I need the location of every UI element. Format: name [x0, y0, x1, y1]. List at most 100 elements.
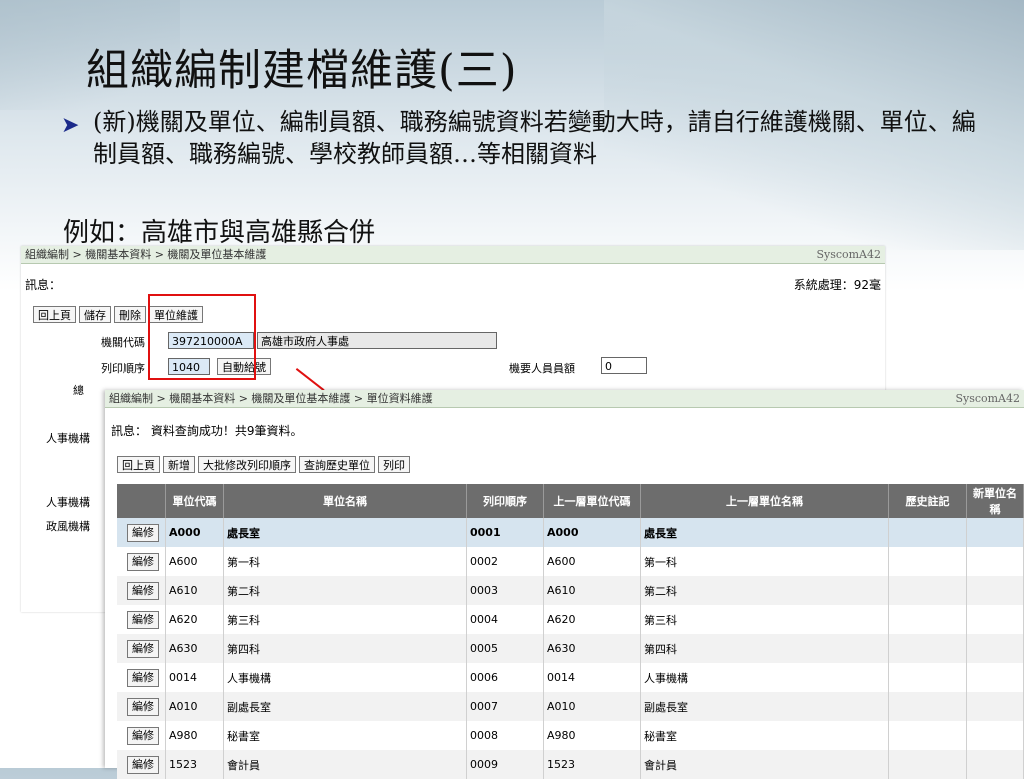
processing-status: 系統處理：92毫 — [793, 278, 881, 292]
print-order-label: 列印順序 — [101, 362, 145, 375]
history-note-cell — [888, 750, 967, 779]
unit-code-cell: A610 — [165, 576, 224, 605]
org-name-field: 高雄市政府人事處 — [257, 332, 497, 349]
side-label: 人事機構 — [46, 496, 90, 509]
add-button[interactable]: 新增 — [163, 456, 195, 473]
column-header: 列印順序 — [466, 484, 544, 518]
history-note-cell — [888, 547, 967, 576]
parent-unit-code-cell: 1523 — [543, 750, 641, 779]
table-row: 編修 A000 處長室 0001 A000 處長室 — [117, 518, 1024, 547]
batch-edit-print-order-button[interactable]: 大批修改列印順序 — [198, 456, 296, 473]
save-button[interactable]: 儲存 — [79, 306, 111, 323]
table-header: 單位代碼 單位名稱 列印順序 上一層單位代碼 上一層單位名稱 歷史註記 新單位名… — [117, 484, 1024, 518]
message-label: 訊息： — [25, 278, 62, 292]
bullet-text: (新)機關及單位、編制員額、職務編號資料若變動大時，請自行維護機關、單位、編制員… — [93, 108, 976, 168]
column-header: 單位名稱 — [223, 484, 467, 518]
parent-unit-name-cell: 人事機構 — [640, 663, 889, 692]
column-header: 上一層單位代碼 — [543, 484, 641, 518]
edit-button[interactable]: 編修 — [127, 755, 159, 774]
staff-quota-label: 機要人員員額 — [509, 362, 575, 375]
column-header: 單位代碼 — [165, 484, 224, 518]
new-unit-name-cell — [966, 518, 1024, 547]
arrow-bullet-icon: ➤ — [61, 113, 80, 138]
unit-code-cell: A600 — [165, 547, 224, 576]
history-note-cell — [888, 576, 967, 605]
unit-code-cell: 1523 — [165, 750, 224, 779]
breadcrumb-text: 組織編制 > 機關基本資料 > 機關及單位基本維護 — [25, 248, 267, 261]
system-name: SyscomA42 — [816, 248, 881, 261]
unit-table: 單位代碼 單位名稱 列印順序 上一層單位代碼 上一層單位名稱 歷史註記 新單位名… — [117, 484, 1024, 779]
toolbar: 回上頁 新增 大批修改列印順序 查詢歷史單位 列印 — [117, 456, 413, 473]
edit-button[interactable]: 編修 — [127, 523, 159, 542]
unit-name-cell: 第三科 — [223, 605, 467, 634]
edit-button[interactable]: 編修 — [127, 552, 159, 571]
new-unit-name-cell — [966, 547, 1024, 576]
unit-code-cell: A980 — [165, 721, 224, 750]
org-code-label: 機關代碼 — [101, 336, 145, 349]
column-header: 歷史註記 — [888, 484, 967, 518]
edit-button[interactable]: 編修 — [127, 726, 159, 745]
table-row: 編修 A610 第二科 0003 A610 第二科 — [117, 576, 1024, 605]
new-unit-name-cell — [966, 721, 1024, 750]
print-button[interactable]: 列印 — [378, 456, 410, 473]
table-row: 編修 0014 人事機構 0006 0014 人事機構 — [117, 663, 1024, 692]
edit-button[interactable]: 編修 — [127, 581, 159, 600]
parent-unit-name-cell: 副處長室 — [640, 692, 889, 721]
parent-unit-code-cell: A000 — [543, 518, 641, 547]
unit-name-cell: 秘書室 — [223, 721, 467, 750]
column-header: 上一層單位名稱 — [640, 484, 889, 518]
breadcrumb-text: 組織編制 > 機關基本資料 > 機關及單位基本維護 > 單位資料維護 — [109, 392, 433, 405]
print-order-cell: 0002 — [466, 547, 544, 576]
parent-unit-code-cell: A610 — [543, 576, 641, 605]
side-label: 人事機構 — [46, 432, 90, 445]
edit-cell: 編修 — [117, 663, 166, 692]
staff-quota-field[interactable]: 0 — [601, 357, 647, 374]
unit-code-cell: 0014 — [165, 663, 224, 692]
message-bar: 訊息： 資料查詢成功！共9筆資料。 — [111, 422, 302, 439]
edit-button[interactable]: 編修 — [127, 639, 159, 658]
unit-name-cell: 第二科 — [223, 576, 467, 605]
unit-name-cell: 人事機構 — [223, 663, 467, 692]
print-order-cell: 0006 — [466, 663, 544, 692]
parent-unit-code-cell: A630 — [543, 634, 641, 663]
highlight-box — [148, 294, 256, 380]
new-unit-name-cell — [966, 576, 1024, 605]
print-order-cell: 0004 — [466, 605, 544, 634]
edit-cell: 編修 — [117, 634, 166, 663]
unit-code-cell: A010 — [165, 692, 224, 721]
edit-cell: 編修 — [117, 547, 166, 576]
parent-unit-code-cell: A620 — [543, 605, 641, 634]
delete-button[interactable]: 刪除 — [114, 306, 146, 323]
edit-button[interactable]: 編修 — [127, 610, 159, 629]
table-row: 編修 A980 秘書室 0008 A980 秘書室 — [117, 721, 1024, 750]
history-note-cell — [888, 721, 967, 750]
history-note-cell — [888, 605, 967, 634]
back-button[interactable]: 回上頁 — [33, 306, 76, 323]
unit-code-cell: A630 — [165, 634, 224, 663]
back-button[interactable]: 回上頁 — [117, 456, 160, 473]
message-label: 訊息： — [111, 424, 148, 438]
parent-unit-name-cell: 第一科 — [640, 547, 889, 576]
side-label: 政風機構 — [46, 520, 90, 533]
column-header — [117, 484, 166, 518]
print-order-cell: 0008 — [466, 721, 544, 750]
system-name: SyscomA42 — [955, 392, 1020, 405]
query-history-units-button[interactable]: 查詢歷史單位 — [299, 456, 375, 473]
edit-cell: 編修 — [117, 605, 166, 634]
table-row: 編修 A010 副處長室 0007 A010 副處長室 — [117, 692, 1024, 721]
unit-name-cell: 處長室 — [223, 518, 467, 547]
unit-name-cell: 會計員 — [223, 750, 467, 779]
history-note-cell — [888, 634, 967, 663]
parent-unit-name-cell: 第四科 — [640, 634, 889, 663]
parent-unit-name-cell: 第三科 — [640, 605, 889, 634]
unit-name-cell: 第一科 — [223, 547, 467, 576]
edit-cell: 編修 — [117, 750, 166, 779]
parent-unit-code-cell: A980 — [543, 721, 641, 750]
edit-cell: 編修 — [117, 518, 166, 547]
print-order-cell: 0009 — [466, 750, 544, 779]
breadcrumb: 組織編制 > 機關基本資料 > 機關及單位基本維護 SyscomA42 — [21, 246, 885, 264]
edit-button[interactable]: 編修 — [127, 697, 159, 716]
edit-button[interactable]: 編修 — [127, 668, 159, 687]
table-row: 編修 1523 會計員 0009 1523 會計員 — [117, 750, 1024, 779]
table-row: 編修 A600 第一科 0002 A600 第一科 — [117, 547, 1024, 576]
